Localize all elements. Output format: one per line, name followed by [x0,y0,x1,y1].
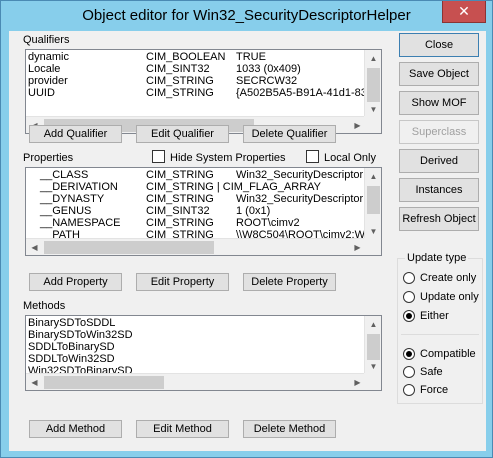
edit-property-button[interactable]: Edit Property [136,273,229,291]
add-method-button[interactable]: Add Method [29,420,122,438]
edit-qualifier-button[interactable]: Edit Qualifier [136,125,229,143]
scroll-thumb[interactable] [367,334,380,360]
properties-list[interactable]: __CLASS CIM_STRING Win32_SecurityDescripto… [25,167,382,256]
list-cell: CIM_STRING [146,87,214,99]
compatible-label: Compatible [420,348,476,360]
show-mof-button[interactable]: Show MOF [399,91,479,115]
scroll-thumb[interactable] [44,376,164,389]
methods-vscrollbar[interactable]: ▲ ▼ [364,316,381,375]
hide-system-properties-checkbox[interactable] [152,150,165,163]
scroll-left-icon[interactable]: ◀ [26,374,43,390]
delete-method-button[interactable]: Delete Method [243,420,336,438]
properties-vscrollbar[interactable]: ▲ ▼ [364,168,381,240]
update-type-separator [401,334,479,335]
delete-qualifier-button[interactable]: Delete Qualifier [243,125,336,143]
radio-create-only[interactable] [403,272,415,284]
close-icon: ✕ [458,3,470,19]
radio-force[interactable] [403,384,415,396]
refresh-object-button[interactable]: Refresh Object [399,207,479,231]
update-only-label: Update only [420,291,479,303]
force-label: Force [420,384,449,396]
list-item[interactable]: UUID CIM_STRING {A502B5A5-B91A-41d1-83 [26,87,367,100]
scroll-up-icon[interactable]: ▲ [365,50,381,67]
local-only-checkbox[interactable] [306,150,319,163]
radio-update-only[interactable] [403,291,415,303]
methods-hscrollbar[interactable]: ◀ ▶ [26,373,366,390]
qualifiers-vscrollbar[interactable]: ▲ ▼ [364,50,381,118]
close-button[interactable]: Close [399,33,479,57]
edit-method-button[interactable]: Edit Method [136,420,229,438]
radio-either[interactable] [403,310,415,322]
object-editor-window: Object editor for Win32_SecurityDescript… [0,0,493,458]
derived-button[interactable]: Derived [399,149,479,173]
methods-list[interactable]: BinarySDToSDDL BinarySDToWin32SD SDDLToBin… [25,315,382,391]
scroll-up-icon[interactable]: ▲ [365,168,381,185]
scroll-thumb[interactable] [367,68,380,102]
scroll-up-icon[interactable]: ▲ [365,316,381,333]
superclass-button: Superclass [399,120,479,144]
hide-system-properties-label: Hide System Properties [170,152,286,164]
client-area: Qualifiers dynamic CIM_BOOLEAN TRUE Locale C… [9,31,486,451]
radio-safe[interactable] [403,366,415,378]
list-cell: {A502B5A5-B91A-41d1-83 [236,87,367,99]
radio-selected-icon [406,313,412,319]
radio-compatible[interactable] [403,348,415,360]
update-type-label: Update type [405,252,469,264]
radio-selected-icon [406,351,412,357]
add-qualifier-button[interactable]: Add Qualifier [29,125,122,143]
instances-button[interactable]: Instances [399,178,479,202]
scroll-left-icon[interactable]: ◀ [26,239,43,255]
qualifiers-list[interactable]: dynamic CIM_BOOLEAN TRUE Locale CIM_SINT32 10… [25,49,382,134]
properties-label: Properties [23,152,74,164]
scroll-thumb[interactable] [367,186,380,214]
properties-hscrollbar[interactable]: ◀ ▶ [26,238,366,255]
create-only-label: Create only [420,272,477,284]
either-label: Either [420,310,449,322]
save-object-button[interactable]: Save Object [399,62,479,86]
delete-property-button[interactable]: Delete Property [243,273,336,291]
list-cell: UUID [28,87,55,99]
scroll-thumb[interactable] [44,241,214,254]
add-property-button[interactable]: Add Property [29,273,122,291]
window-title: Object editor for Win32_SecurityDescript… [82,7,411,24]
window-close-button[interactable]: ✕ [442,1,486,23]
qualifiers-label: Qualifiers [23,34,70,46]
methods-label: Methods [23,300,66,312]
local-only-label: Local Only [324,152,376,164]
safe-label: Safe [420,366,443,378]
